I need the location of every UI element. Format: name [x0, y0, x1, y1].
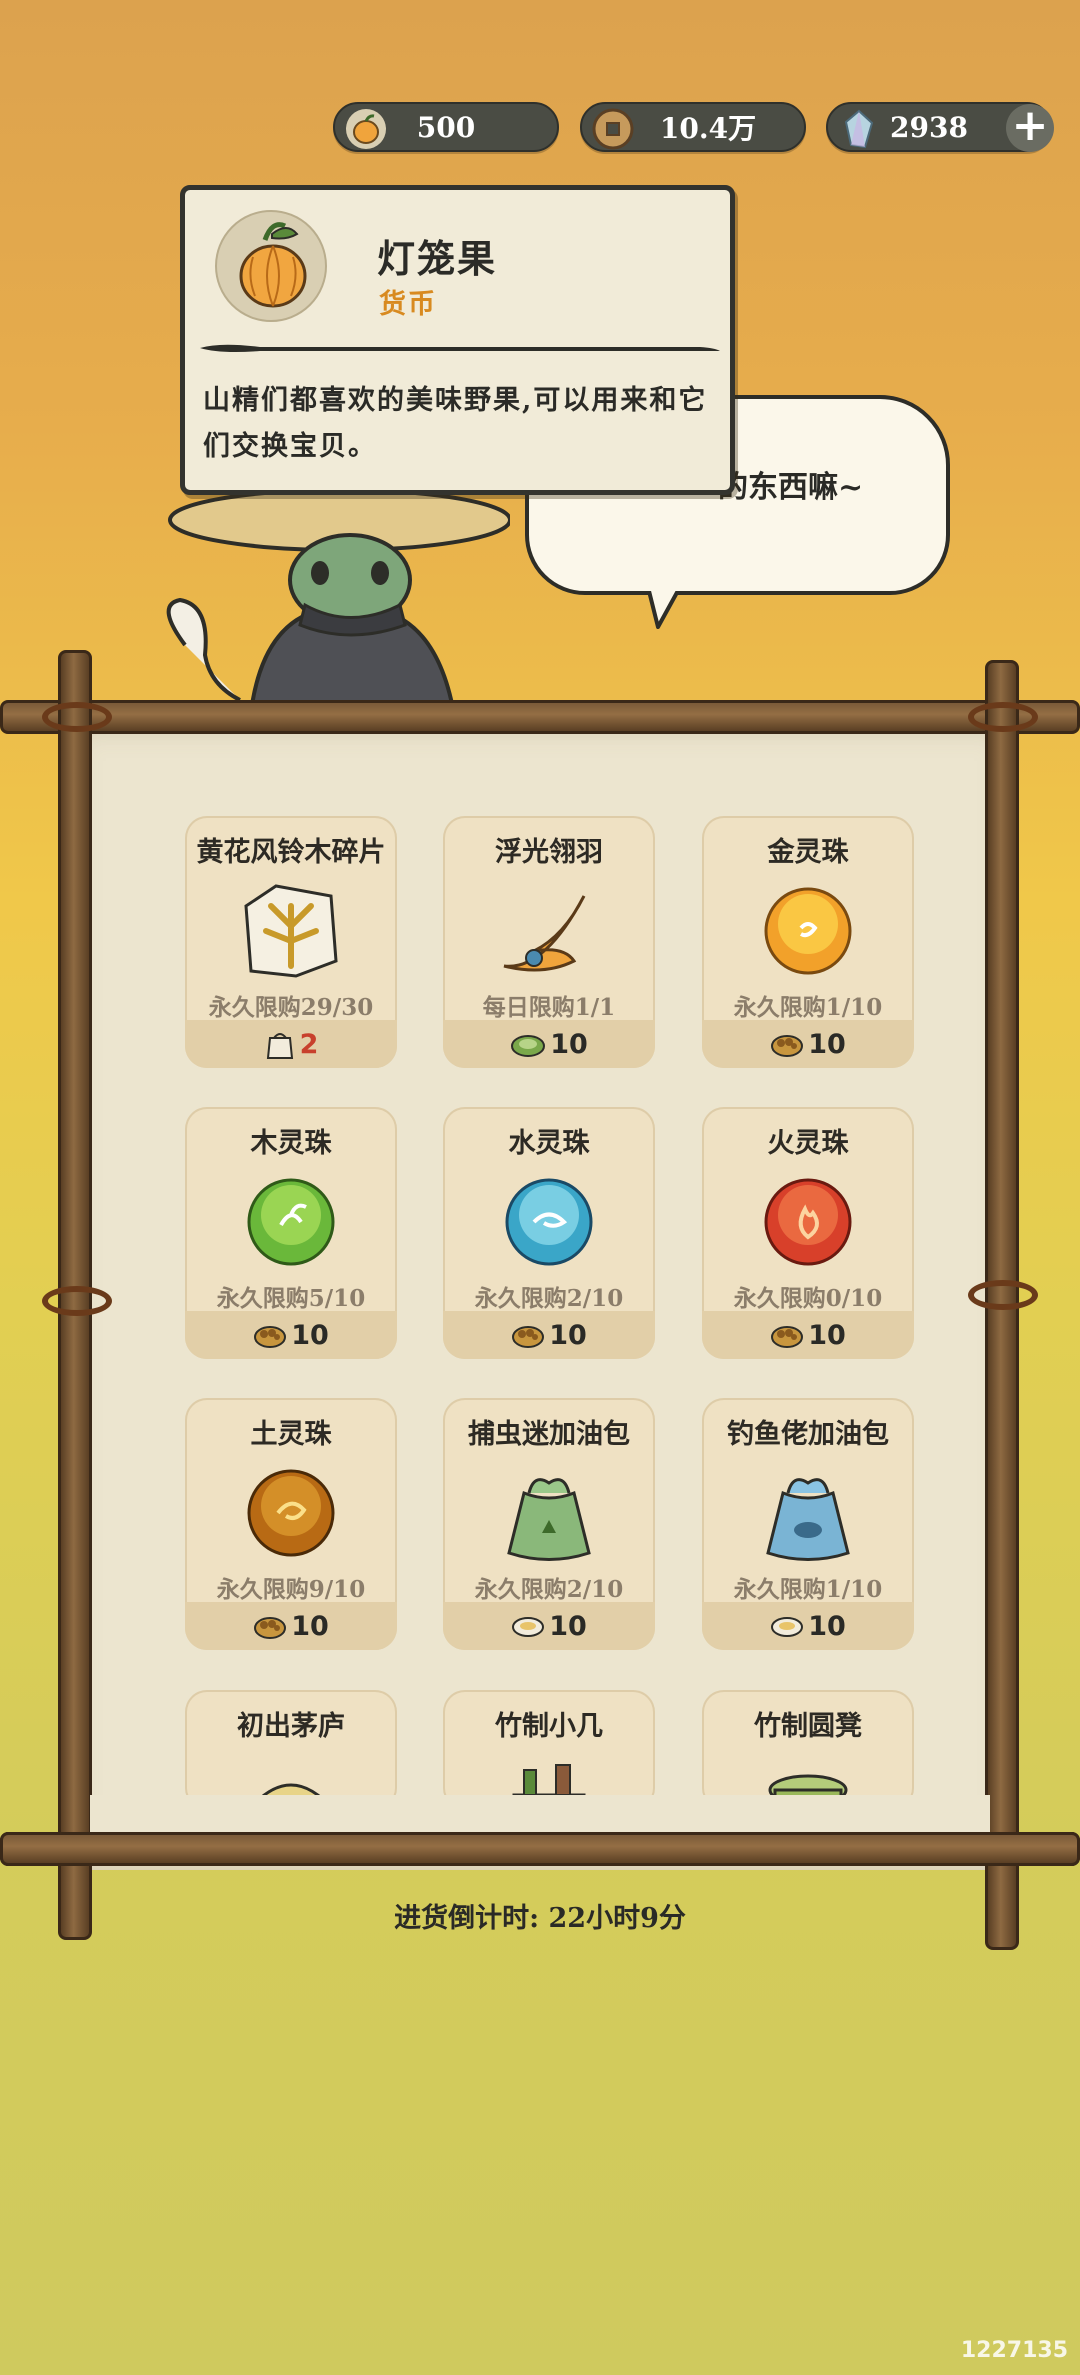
gem-count: 2938 [890, 110, 968, 144]
board-bottom-edge [90, 1795, 990, 1835]
tooltip-title: 灯笼果 [377, 236, 498, 281]
item-price-bar: 2 [185, 1020, 397, 1068]
item-name: 火灵珠 [767, 1128, 849, 1159]
shop-item[interactable]: 初出茅庐 [185, 1690, 397, 1810]
tooltip-description: 山精们都喜欢的美味野果,可以用来和它们交换宝贝。 [203, 385, 708, 462]
item-price-bar: 10 [185, 1602, 397, 1650]
leaf-bundle-icon [511, 1035, 546, 1057]
tooltip-subtitle: 货币 [379, 289, 437, 320]
item-price: 10 [549, 1319, 587, 1351]
shop-item[interactable]: 木灵珠 永久限购5/10 10 [185, 1107, 397, 1359]
shop-item[interactable]: 浮光翎羽 每日限购1/1 10 [443, 816, 655, 1068]
item-price: 10 [291, 1610, 329, 1642]
rope-knot [42, 702, 112, 732]
coin-icon [592, 108, 634, 150]
item-limit: 永久限购29/30 [208, 994, 374, 1021]
item-name: 竹制圆凳 [754, 1711, 862, 1742]
item-limit: 永久限购2/10 [474, 1576, 624, 1603]
currency-coins[interactable]: 10.4万 [580, 102, 806, 152]
feather-icon [503, 895, 586, 972]
rope-knot [968, 1280, 1038, 1310]
speech-text: 的东西嘛~ [718, 470, 864, 505]
item-price: 10 [550, 1028, 588, 1060]
currency-fruit[interactable]: 500 [333, 102, 559, 152]
item-name: 水灵珠 [508, 1128, 590, 1159]
plate-icon [512, 1617, 545, 1637]
shop-item[interactable]: 火灵珠 永久限购0/10 10 [702, 1107, 914, 1359]
watermark: 1227135 [960, 2338, 1068, 2363]
fire-orb-icon [764, 1178, 852, 1266]
plate-icon [771, 1617, 804, 1637]
green-sack-icon [507, 1478, 591, 1561]
shop-item[interactable]: 竹制圆凳 [702, 1690, 914, 1810]
item-price: 10 [549, 1610, 587, 1642]
coin-count: 10.4万 [659, 112, 757, 145]
water-orb-icon [505, 1178, 593, 1266]
item-name: 黄花风铃木碎片 [196, 837, 386, 868]
item-name: 浮光翎羽 [495, 837, 603, 868]
item-limit: 永久限购0/10 [733, 1285, 883, 1312]
item-name: 初出茅庐 [237, 1711, 345, 1742]
item-limit: 永久限购1/10 [733, 994, 883, 1021]
shop-item[interactable]: 黄花风铃木碎片 永久限购29/30 2 [185, 816, 397, 1068]
item-price: 10 [808, 1610, 846, 1642]
item-price: 10 [291, 1319, 329, 1351]
item-limit: 每日限购1/1 [482, 994, 616, 1021]
shop-item[interactable]: 水灵珠 永久限购2/10 10 [443, 1107, 655, 1359]
lantern-fruit-icon [346, 109, 386, 149]
rope-knot [968, 702, 1038, 732]
nut-basket-icon [771, 1035, 804, 1057]
flower-fragment-icon [244, 884, 338, 978]
tooltip-icon-frame [215, 210, 327, 322]
add-gems-button[interactable]: + [1006, 104, 1054, 152]
item-price: 10 [808, 1028, 846, 1060]
gold-orb-icon [764, 887, 852, 975]
earth-orb-icon [247, 1469, 335, 1557]
item-price: 10 [808, 1319, 846, 1351]
item-name: 木灵珠 [250, 1128, 332, 1159]
shop-item[interactable]: 钓鱼佬加油包 永久限购1/10 10 [702, 1398, 914, 1650]
item-limit: 永久限购2/10 [474, 1285, 624, 1312]
item-price-bar: 10 [702, 1602, 914, 1650]
item-tooltip: 灯笼果 货币 山精们都喜欢的美味野果,可以用来和它们交换宝贝。 [180, 185, 735, 495]
item-price-bar: 10 [702, 1020, 914, 1068]
nut-basket-icon [512, 1326, 545, 1348]
item-name: 捕虫迷加油包 [468, 1419, 630, 1450]
shop-item[interactable]: 土灵珠 永久限购9/10 10 [185, 1398, 397, 1650]
item-name: 钓鱼佬加油包 [727, 1419, 889, 1450]
shop-item[interactable]: 捕虫迷加油包 永久限购2/10 10 [443, 1398, 655, 1650]
item-name: 土灵珠 [250, 1419, 332, 1450]
blue-sack-icon [766, 1478, 850, 1561]
shopkeeper-character[interactable] [150, 495, 510, 730]
lantern-fruit-icon [239, 222, 307, 308]
item-limit: 永久限购5/10 [216, 1285, 366, 1312]
restock-countdown: 进货倒计时: 22小时9分 [394, 1903, 686, 1934]
item-name: 金灵珠 [767, 837, 849, 868]
item-price-bar: 10 [702, 1311, 914, 1359]
fruit-count: 500 [416, 110, 476, 144]
item-limit: 永久限购1/10 [733, 1576, 883, 1603]
nut-basket-icon [254, 1326, 287, 1348]
item-limit: 永久限购9/10 [216, 1576, 366, 1603]
bottom-beam [0, 1832, 1080, 1866]
brush-divider [200, 344, 720, 352]
item-price-bar: 10 [443, 1311, 655, 1359]
nut-basket-icon [254, 1617, 287, 1639]
item-price-bar: 10 [443, 1020, 655, 1068]
item-name: 竹制小几 [495, 1711, 603, 1742]
top-beam [0, 700, 1080, 734]
nut-basket-icon [771, 1326, 804, 1348]
item-price: 2 [299, 1028, 319, 1060]
shop-item[interactable]: 金灵珠 永久限购1/10 10 [702, 816, 914, 1068]
wood-orb-icon [247, 1178, 335, 1266]
item-price-bar: 10 [185, 1311, 397, 1359]
sack-icon [266, 1033, 293, 1059]
item-price-bar: 10 [443, 1602, 655, 1650]
crystal-icon [844, 109, 874, 149]
shop-item[interactable]: 竹制小几 [443, 1690, 655, 1810]
rope-knot [42, 1286, 112, 1316]
speech-bubble-tail [646, 585, 684, 629]
